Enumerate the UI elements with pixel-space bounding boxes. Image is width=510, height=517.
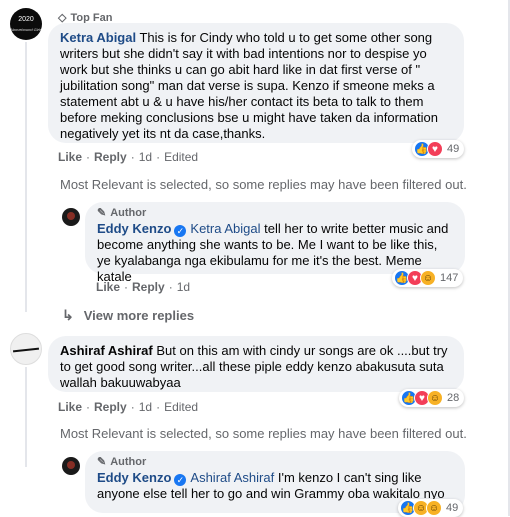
reply-body: Eddy Kenzo ✓ Ashiraf Ashiraf I'm kenzo I c… — [97, 470, 453, 502]
comment-text: This is for Cindy who told u to get some… — [60, 30, 438, 141]
comment-actions: Like · Reply · 1d · Edited — [58, 150, 199, 164]
reaction-count: 49 — [447, 143, 460, 155]
verified-icon: ✓ — [174, 474, 187, 486]
like-button[interactable]: Like — [58, 150, 82, 164]
edited-label[interactable]: Edited — [164, 150, 198, 164]
haha-icon: ☺ — [420, 270, 436, 286]
reply-button[interactable]: Reply — [132, 280, 165, 294]
author-tag: ✎ Author — [97, 455, 453, 469]
like-button[interactable]: Like — [96, 280, 120, 294]
timestamp[interactable]: 1d — [177, 280, 190, 294]
haha-icon: ☺ — [426, 500, 442, 516]
avatar-subtext: Abovebound Girls — [10, 27, 42, 32]
comment-author[interactable]: Ashiraf Ashiraf — [60, 343, 153, 358]
like-button[interactable]: Like — [58, 400, 82, 414]
reaction-summary[interactable]: 👍 ☺ ☺ 49 — [398, 499, 464, 517]
haha-icon: ☺ — [427, 390, 443, 406]
reply-button[interactable]: Reply — [94, 400, 127, 414]
comment-author[interactable]: Ketra Abigal — [60, 30, 136, 45]
verified-icon: ✓ — [174, 225, 187, 237]
reply-bubble: ✎ Author Eddy Kenzo ✓ Ketra Abigal tell he… — [85, 202, 465, 284]
edited-label[interactable]: Edited — [164, 400, 198, 414]
thread-line — [25, 367, 27, 467]
avatar[interactable]: 2020 Abovebound Girls — [10, 8, 42, 40]
view-more-label: View more replies — [83, 308, 195, 323]
reply-arrow-icon: ↳ — [62, 307, 74, 323]
author-tag-label: Author — [110, 455, 147, 468]
reply-author[interactable]: Eddy Kenzo — [97, 221, 171, 236]
reply-author[interactable]: Eddy Kenzo — [97, 470, 171, 485]
timestamp[interactable]: 1d — [139, 400, 152, 414]
reaction-count: 147 — [440, 272, 459, 284]
reply-avatar[interactable] — [62, 457, 80, 475]
thread-line — [25, 42, 27, 312]
reply-avatar[interactable] — [62, 208, 80, 226]
reaction-summary[interactable]: 👍 ♥ ☺ 147 — [392, 269, 464, 287]
reaction-count: 49 — [446, 502, 459, 514]
author-tag: ✎ Author — [97, 206, 453, 220]
reaction-count: 28 — [447, 392, 460, 404]
comments-panel: 2020 Abovebound Girls ◇ Top Fan Ketra Ab… — [0, 0, 510, 517]
comment-bubble: Ketra Abigal This is for Cindy who told … — [48, 23, 464, 143]
filter-notice: Most Relevant is selected, so some repli… — [60, 177, 467, 192]
pencil-icon: ✎ — [97, 207, 107, 219]
filter-notice: Most Relevant is selected, so some repli… — [60, 426, 467, 441]
reaction-summary[interactable]: 👍 ♥ 49 — [412, 140, 465, 158]
love-icon: ♥ — [427, 141, 443, 157]
avatar[interactable] — [10, 333, 42, 365]
avatar-text: 2020 — [18, 16, 34, 23]
reply-button[interactable]: Reply — [94, 150, 127, 164]
comment-body: Ashiraf Ashiraf But on this am with cind… — [60, 343, 452, 391]
reaction-summary[interactable]: 👍 ♥ ☺ 28 — [399, 389, 465, 407]
mention-link[interactable]: Ketra Abigal — [190, 221, 260, 236]
badge-label: Top Fan — [70, 11, 113, 24]
pencil-icon: ✎ — [97, 456, 107, 468]
view-more-replies-button[interactable]: ↳ View more replies — [62, 307, 194, 324]
author-tag-label: Author — [110, 206, 147, 219]
timestamp[interactable]: 1d — [139, 150, 152, 164]
comment-bubble: Ashiraf Ashiraf But on this am with cind… — [48, 336, 464, 392]
comment-actions: Like · Reply · 1d · Edited — [58, 400, 199, 414]
mention-link[interactable]: Ashiraf Ashiraf — [190, 470, 274, 485]
reply-actions: Like · Reply · 1d — [96, 280, 191, 294]
comment-body: Ketra Abigal This is for Cindy who told … — [60, 30, 452, 142]
